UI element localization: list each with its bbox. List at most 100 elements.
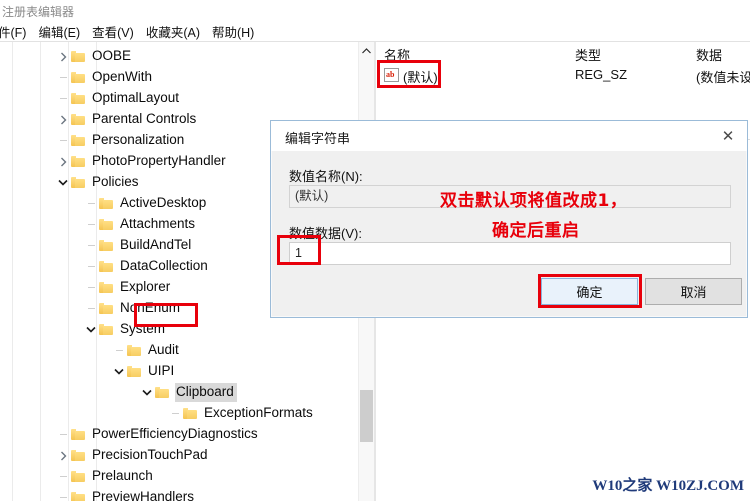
column-header-data[interactable]: 数据 xyxy=(696,45,722,64)
tree-item-label: PowerEfficiencyDiagnostics xyxy=(92,426,258,441)
value-name-label: 数值名称(N): xyxy=(289,169,363,184)
tree-item-previewhandlers[interactable]: PreviewHandlers xyxy=(0,487,358,501)
tree-item-label: Explorer xyxy=(120,279,171,294)
tree-connector-line xyxy=(84,235,98,256)
tree-connector-line xyxy=(56,424,70,445)
folder-icon xyxy=(71,449,86,462)
tree-item-label: OOBE xyxy=(92,48,132,63)
chevron-right-icon[interactable] xyxy=(56,109,70,130)
value-type: REG_SZ xyxy=(575,67,628,82)
folder-icon xyxy=(71,176,86,189)
tree-item-label: Prelaunch xyxy=(92,468,153,483)
tree-item-label: Attachments xyxy=(120,216,196,231)
folder-icon xyxy=(71,92,86,105)
window-title: 注册表编辑器 xyxy=(2,4,75,19)
tree-item-label: Parental Controls xyxy=(92,111,197,126)
folder-icon xyxy=(127,365,142,378)
menu-help[interactable]: 帮助(H) xyxy=(212,22,259,41)
folder-icon xyxy=(71,50,86,63)
tree-item-precisiontouchpad[interactable]: PrecisionTouchPad xyxy=(0,445,358,466)
tree-item-label: System xyxy=(120,321,166,336)
menu-view[interactable]: 查看(V) xyxy=(92,22,139,41)
folder-icon xyxy=(99,197,114,210)
folder-icon xyxy=(99,260,114,273)
scrollbar-thumb[interactable] xyxy=(360,390,373,442)
folder-icon xyxy=(99,218,114,231)
column-header-type[interactable]: 类型 xyxy=(575,45,601,64)
folder-icon xyxy=(99,281,114,294)
folder-icon xyxy=(71,470,86,483)
value-data-label: 数值数据(V): xyxy=(289,226,362,241)
tree-item-label: Personalization xyxy=(92,132,185,147)
tree-item-powerefficiencydiagnostics[interactable]: PowerEfficiencyDiagnostics xyxy=(0,424,358,445)
tree-item-label: OpenWith xyxy=(92,69,153,84)
tree-item-optimallayout[interactable]: OptimalLayout xyxy=(0,88,358,109)
tree-connector-line xyxy=(56,130,70,151)
ok-button[interactable]: 确定 xyxy=(541,278,638,305)
close-icon[interactable]: ✕ xyxy=(713,123,743,148)
folder-icon xyxy=(71,155,86,168)
tree-item-label: ActiveDesktop xyxy=(120,195,207,210)
tree-item-prelaunch[interactable]: Prelaunch xyxy=(0,466,358,487)
tree-item-uipi[interactable]: UIPI xyxy=(0,361,358,382)
tree-item-oobe[interactable]: OOBE xyxy=(0,46,358,67)
tree-item-clipboard[interactable]: Clipboard xyxy=(0,382,358,403)
tree-item-label: DataCollection xyxy=(120,258,208,273)
chevron-right-icon[interactable] xyxy=(56,151,70,172)
tree-item-system[interactable]: System xyxy=(0,319,358,340)
tree-connector-line xyxy=(84,298,98,319)
list-column-header[interactable]: 名称 类型 数据 xyxy=(376,42,750,64)
folder-icon xyxy=(127,344,142,357)
folder-icon xyxy=(183,407,198,420)
folder-icon xyxy=(71,428,86,441)
chevron-down-icon[interactable] xyxy=(112,361,126,382)
chevron-down-icon[interactable] xyxy=(84,319,98,340)
tree-connector-line xyxy=(56,67,70,88)
scroll-up-arrow-icon[interactable] xyxy=(359,42,374,59)
menu-favorites[interactable]: 收藏夹(A) xyxy=(146,22,205,41)
menu-edit[interactable]: 编辑(E) xyxy=(38,22,85,41)
watermark: W10之家 W10ZJ.COM xyxy=(592,478,744,494)
dialog-title-bar: 编辑字符串 ✕ xyxy=(271,121,747,151)
tree-item-label: NonEnum xyxy=(120,300,181,315)
tree-connector-line xyxy=(84,256,98,277)
tree-item-label: Audit xyxy=(148,342,179,357)
folder-icon xyxy=(99,323,114,336)
annotation-line-2: 确定后重启 xyxy=(492,221,580,241)
title-bar: 注册表编辑器 xyxy=(0,0,750,22)
tree-connector-line xyxy=(56,466,70,487)
folder-icon xyxy=(99,239,114,252)
tree-item-label: PreviewHandlers xyxy=(92,489,195,501)
tree-item-openwith[interactable]: OpenWith xyxy=(0,67,358,88)
value-data: (数值未设 xyxy=(696,70,750,85)
tree-connector-line xyxy=(56,487,70,501)
dialog-title: 编辑字符串 xyxy=(285,131,351,146)
folder-icon xyxy=(71,491,86,501)
menu-file[interactable]: 件(F) xyxy=(0,22,31,41)
ab-string-icon: ab xyxy=(384,68,399,82)
cancel-button[interactable]: 取消 xyxy=(645,278,742,305)
menu-bar: 件(F) 编辑(E) 查看(V) 收藏夹(A) 帮助(H) xyxy=(0,22,750,41)
tree-connector-line xyxy=(84,277,98,298)
tree-item-label: UIPI xyxy=(148,363,175,378)
tree-item-label: PhotoPropertyHandler xyxy=(92,153,226,168)
tree-item-audit[interactable]: Audit xyxy=(0,340,358,361)
chevron-right-icon[interactable] xyxy=(56,445,70,466)
registry-editor-window: 注册表编辑器 件(F) 编辑(E) 查看(V) 收藏夹(A) 帮助(H) OOB… xyxy=(0,0,750,501)
table-row[interactable]: ab (默认) REG_SZ (数值未设 xyxy=(376,64,750,86)
value-data-field[interactable]: 1 xyxy=(289,242,731,265)
chevron-down-icon[interactable] xyxy=(140,382,154,403)
chevron-down-icon[interactable] xyxy=(56,172,70,193)
chevron-right-icon[interactable] xyxy=(56,46,70,67)
tree-connector-line xyxy=(84,193,98,214)
annotation-line-1: 双击默认项将值改成1， xyxy=(440,191,628,211)
folder-icon xyxy=(71,71,86,84)
column-header-name[interactable]: 名称 xyxy=(384,45,410,64)
tree-item-label: PrecisionTouchPad xyxy=(92,447,208,462)
tree-item-label: OptimalLayout xyxy=(92,90,180,105)
tree-connector-line xyxy=(84,214,98,235)
folder-icon xyxy=(71,134,86,147)
tree-item-exceptionformats[interactable]: ExceptionFormats xyxy=(0,403,358,424)
tree-connector-line xyxy=(112,340,126,361)
tree-item-label: BuildAndTel xyxy=(120,237,192,252)
